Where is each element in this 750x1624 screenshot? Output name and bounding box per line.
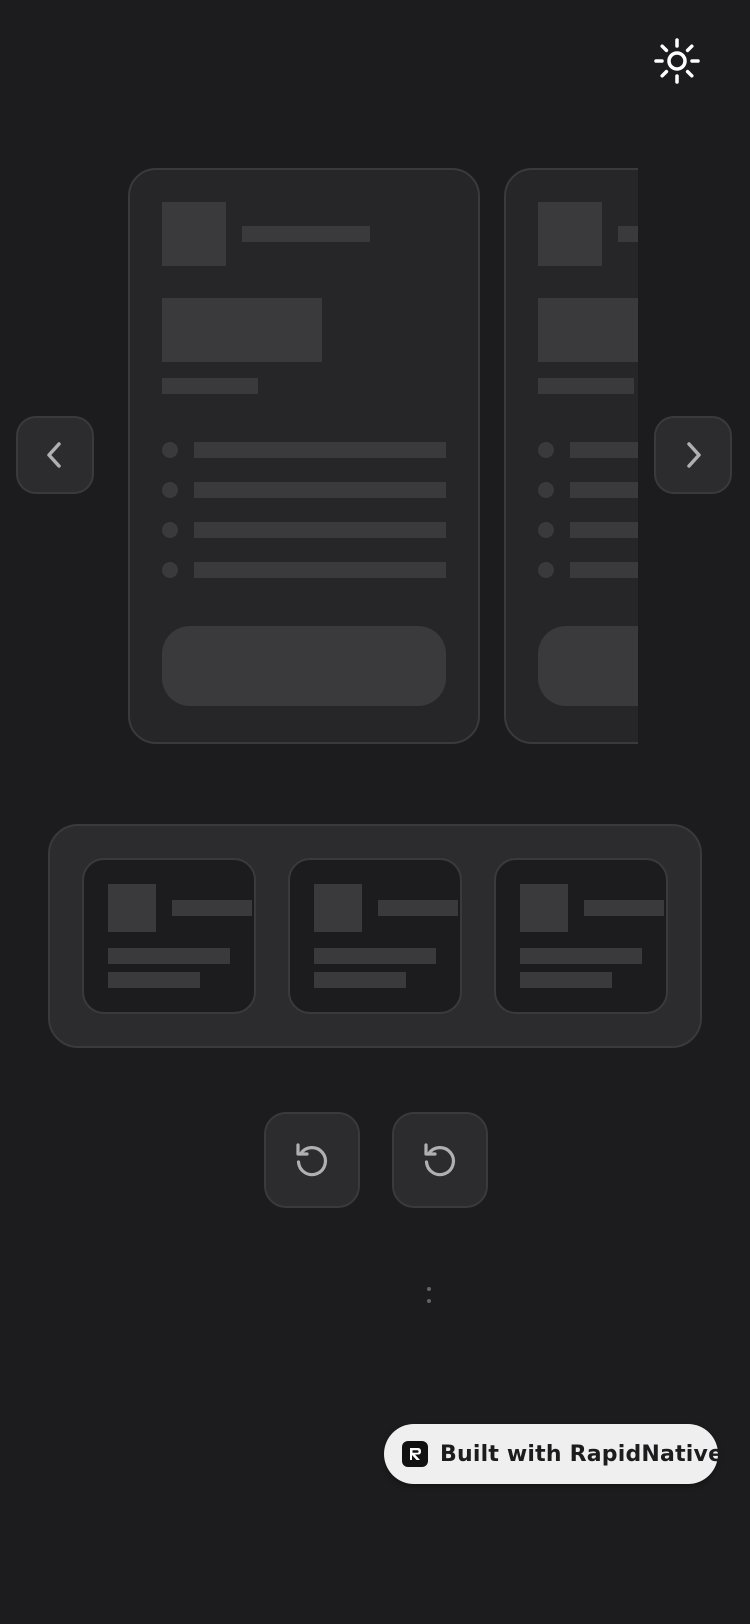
list-item-placeholder xyxy=(570,562,638,578)
rotate-ccw-icon xyxy=(424,1143,456,1177)
mini-card[interactable] xyxy=(82,858,256,1014)
carousel-card[interactable] xyxy=(128,168,480,744)
list-bullet xyxy=(538,482,554,498)
chevron-left-icon xyxy=(47,442,61,468)
carousel-next-button[interactable] xyxy=(654,416,732,494)
list-item-placeholder xyxy=(194,562,446,578)
rapidnative-logo-icon xyxy=(402,1441,428,1467)
carousel[interactable] xyxy=(128,168,638,744)
mini-card[interactable] xyxy=(288,858,462,1014)
card-cta-button-placeholder[interactable] xyxy=(538,626,638,706)
list-bullet xyxy=(538,442,554,458)
mini-card-line-placeholder xyxy=(108,972,200,988)
mini-card-line-placeholder xyxy=(314,948,436,964)
mini-card-title-placeholder xyxy=(172,900,252,916)
list-item-placeholder xyxy=(570,482,638,498)
list-item-placeholder xyxy=(194,442,446,458)
list-bullet xyxy=(538,562,554,578)
built-with-badge[interactable]: Built with RapidNative xyxy=(384,1424,723,1484)
card-price-placeholder xyxy=(538,298,638,362)
theme-toggle-button[interactable] xyxy=(652,36,702,86)
mini-card-line-placeholder xyxy=(314,972,406,988)
mini-card-line-placeholder xyxy=(108,948,230,964)
badge-label: Built with RapidNative xyxy=(440,1441,724,1467)
mini-card-title-placeholder xyxy=(378,900,458,916)
mini-card-title-placeholder xyxy=(584,900,664,916)
card-avatar-placeholder xyxy=(538,202,602,266)
reset-button[interactable] xyxy=(264,1112,360,1208)
reset-button[interactable] xyxy=(392,1112,488,1208)
list-item-placeholder xyxy=(194,522,446,538)
card-subtitle-placeholder xyxy=(538,378,634,394)
more-vertical-icon xyxy=(424,1284,434,1306)
mini-card-thumb-placeholder xyxy=(314,884,362,932)
sun-icon xyxy=(654,38,700,84)
mini-card-thumb-placeholder xyxy=(520,884,568,932)
card-subtitle-placeholder xyxy=(162,378,258,394)
list-bullet xyxy=(162,482,178,498)
list-bullet xyxy=(538,522,554,538)
list-item-placeholder xyxy=(570,522,638,538)
card-title-placeholder xyxy=(618,226,638,242)
card-avatar-placeholder xyxy=(162,202,226,266)
chevron-right-icon xyxy=(687,442,701,468)
carousel-prev-button[interactable] xyxy=(16,416,94,494)
mini-card-line-placeholder xyxy=(520,948,642,964)
list-bullet xyxy=(162,522,178,538)
mini-card-panel xyxy=(48,824,702,1048)
list-item-placeholder xyxy=(570,442,638,458)
mini-card-thumb-placeholder xyxy=(108,884,156,932)
card-title-placeholder xyxy=(242,226,370,242)
rotate-ccw-icon xyxy=(296,1143,328,1177)
mini-card-line-placeholder xyxy=(520,972,612,988)
list-bullet xyxy=(162,562,178,578)
list-bullet xyxy=(162,442,178,458)
card-price-placeholder xyxy=(162,298,322,362)
mini-card[interactable] xyxy=(494,858,668,1014)
card-cta-button-placeholder[interactable] xyxy=(162,626,446,706)
carousel-card[interactable] xyxy=(504,168,638,744)
list-item-placeholder xyxy=(194,482,446,498)
